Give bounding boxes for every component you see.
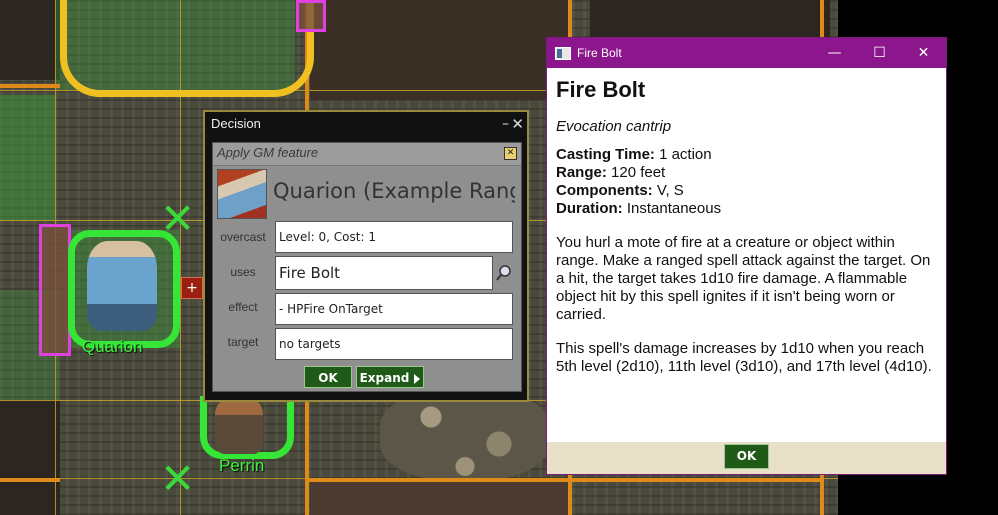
- effect-label: effect: [228, 300, 258, 314]
- character-name: Quarion (Example Ranger): [273, 179, 515, 203]
- quarion-figure: [87, 241, 157, 331]
- quarion-token[interactable]: [68, 230, 180, 348]
- token-label: Quarion: [82, 337, 143, 356]
- map-room: [0, 0, 60, 80]
- uses-field[interactable]: Fire Bolt: [275, 256, 493, 290]
- spell-area: [0, 95, 55, 220]
- close-button[interactable]: ✕: [901, 38, 946, 68]
- stat-label: Components:: [556, 182, 653, 199]
- dialog-title: Decision: [205, 112, 527, 136]
- spell-stat: Components: V, S: [556, 182, 941, 200]
- stat-value: 120 feet: [611, 164, 666, 181]
- character-portrait: [217, 169, 267, 219]
- magnifier-icon[interactable]: [495, 264, 513, 282]
- map-room: [310, 480, 570, 515]
- effect-field[interactable]: - HPFire OnTarget: [275, 293, 513, 325]
- dead-marker-icon[interactable]: ✕: [160, 198, 195, 240]
- panel-close-icon[interactable]: ✕: [504, 147, 517, 160]
- arrow-right-icon: [414, 373, 421, 384]
- map-wall: [0, 84, 60, 88]
- spell-stat: Duration: Instantaneous: [556, 200, 941, 218]
- spell-stat: Casting Time: 1 action: [556, 146, 941, 164]
- stat-value: 1 action: [659, 146, 712, 163]
- add-effect-button[interactable]: +: [181, 277, 203, 299]
- minimize-button[interactable]: –: [502, 112, 509, 136]
- expand-button[interactable]: Expand: [356, 366, 424, 388]
- map-room: [310, 0, 570, 100]
- perrin-figure: [215, 398, 263, 454]
- selected-token[interactable]: [39, 224, 71, 356]
- spell-school: Evocation cantrip: [556, 118, 672, 135]
- stat-value: V, S: [656, 182, 684, 199]
- spell-window: Fire Bolt — ☐ ✕ Fire Bolt Evocation cant…: [546, 37, 947, 475]
- expand-label: Expand: [359, 371, 410, 385]
- stat-label: Duration:: [556, 200, 623, 217]
- spell-stat: Range: 120 feet: [556, 164, 941, 182]
- ok-button[interactable]: OK: [304, 366, 352, 388]
- map-wall: [305, 478, 575, 482]
- spell-description: You hurl a mote of fire at a creature or…: [556, 234, 931, 323]
- map-wall: [0, 478, 60, 482]
- stat-label: Casting Time:: [556, 146, 655, 163]
- overcast-field[interactable]: Level: 0, Cost: 1: [275, 221, 513, 253]
- stat-label: Range:: [556, 164, 607, 181]
- token-label: Perrin: [219, 456, 265, 475]
- map-room: [0, 400, 60, 515]
- selected-token[interactable]: [296, 0, 326, 32]
- target-label: target: [227, 335, 259, 349]
- panel-header-label: Apply GM feature: [217, 145, 319, 160]
- app-icon: [555, 47, 571, 60]
- window-titlebar[interactable]: Fire Bolt — ☐ ✕: [547, 38, 946, 68]
- spell-content: Fire Bolt Evocation cantrip Casting Time…: [556, 76, 941, 376]
- stat-value: Instantaneous: [626, 200, 722, 217]
- overcast-label: overcast: [220, 230, 266, 244]
- minimize-button[interactable]: —: [812, 38, 857, 68]
- rock-pile: [380, 390, 550, 480]
- map-wall: [570, 478, 820, 482]
- decision-panel: Apply GM feature ✕ Quarion (Example Rang…: [212, 142, 522, 392]
- spell-name: Fire Bolt: [556, 77, 646, 102]
- close-button[interactable]: ✕: [511, 112, 524, 136]
- maximize-button[interactable]: ☐: [857, 38, 902, 68]
- decision-dialog: Decision – ✕ Apply GM feature ✕ Quarion …: [203, 110, 529, 402]
- window-footer: OK: [547, 442, 946, 474]
- creature-token-ring[interactable]: [60, 0, 314, 97]
- target-field[interactable]: no targets: [275, 328, 513, 360]
- spell-higher-levels: This spell's damage increases by 1d10 wh…: [556, 340, 932, 375]
- uses-label: uses: [230, 265, 256, 279]
- map-room: [590, 0, 830, 40]
- dead-marker-icon[interactable]: ✕: [160, 458, 195, 500]
- panel-header: Apply GM feature ✕: [213, 143, 521, 166]
- ok-button[interactable]: OK: [724, 444, 769, 469]
- window-title: Fire Bolt: [577, 46, 622, 60]
- ok-label: OK: [318, 371, 338, 385]
